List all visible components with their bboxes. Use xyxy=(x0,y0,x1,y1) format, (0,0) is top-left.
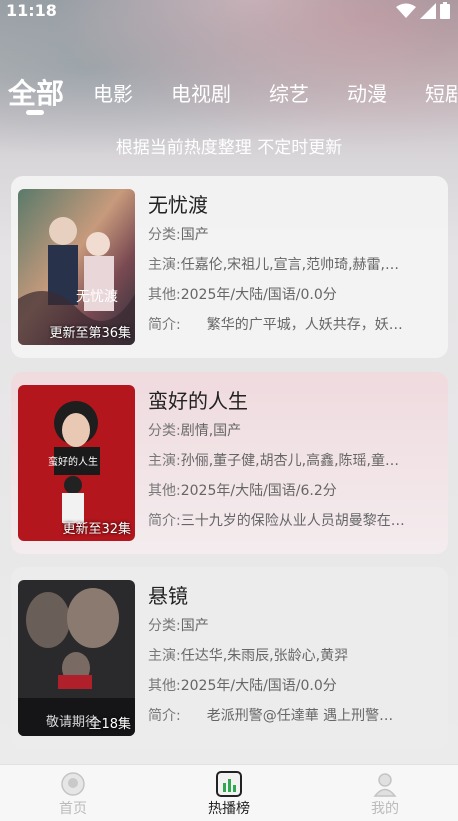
other-value: 2025年/大陆/国语/0.0分 xyxy=(180,287,337,303)
battery-icon xyxy=(440,2,450,19)
other-label: 其他: xyxy=(148,483,181,499)
genre-value: 国产 xyxy=(180,227,209,243)
other-label: 其他: xyxy=(148,678,181,694)
episode-badge: 更新至32集 xyxy=(62,522,131,537)
genre-label: 分类: xyxy=(148,227,181,243)
episode-badge: 更新至第36集 xyxy=(49,326,131,341)
chart-icon xyxy=(216,771,242,797)
status-icons xyxy=(396,2,450,19)
list-subtitle: 根据当前热度整理 不定时更新 xyxy=(115,138,343,158)
intro-value: 繁华的广平城，人妖共存，妖… xyxy=(206,317,403,333)
nav-hot-chart[interactable]: 热播榜 xyxy=(184,771,274,818)
bottom-nav: 首页 热播榜 我的 xyxy=(0,764,458,821)
nav-profile-label: 我的 xyxy=(371,801,399,817)
genre-value: 国产 xyxy=(180,618,209,634)
tab-all[interactable]: 全部 xyxy=(8,72,64,112)
genre-value: 剧情,国产 xyxy=(180,423,242,439)
cast-label: 主演: xyxy=(148,648,181,664)
tab-variety[interactable]: 综艺 xyxy=(269,78,309,107)
poster-image: 蛮好的人生 更新至32集 xyxy=(18,385,135,541)
other-value: 2025年/大陆/国语/6.2分 xyxy=(180,483,337,499)
tab-tv-series[interactable]: 电视剧 xyxy=(171,78,231,107)
intro-value: 老派刑警@任達華 遇上刑警… xyxy=(206,708,394,724)
cast-value: 任达华,朱雨辰,张龄心,黄羿 xyxy=(180,648,349,664)
poster-title-text: 无忧渡 xyxy=(76,289,118,305)
cast-label: 主演: xyxy=(148,453,181,469)
profile-icon xyxy=(373,773,397,797)
tab-short-drama[interactable]: 短剧 xyxy=(425,78,458,107)
cast-label: 主演: xyxy=(148,257,181,273)
show-card[interactable]: 无忧渡 更新至第36集 无忧渡 分类:国产 主演:任嘉伦,宋祖儿,宣言,范帅琦,… xyxy=(11,176,448,358)
poster-image: 敬请期待 全18集 xyxy=(18,580,135,736)
intro-value: 三十九岁的保险从业人员胡曼黎在… xyxy=(180,513,405,529)
wifi-icon xyxy=(396,3,416,18)
show-title[interactable]: 悬镜 xyxy=(148,581,444,611)
signal-icon xyxy=(420,2,436,19)
active-tab-indicator xyxy=(26,110,44,115)
home-icon xyxy=(61,772,85,796)
nav-home[interactable]: 首页 xyxy=(28,771,118,818)
intro-label: 简介: xyxy=(148,708,181,724)
nav-hot-chart-label: 热播榜 xyxy=(208,801,250,817)
episode-badge: 全18集 xyxy=(88,717,131,732)
tab-anime[interactable]: 动漫 xyxy=(347,78,387,107)
intro-label: 简介: xyxy=(148,317,181,333)
cast-value: 任嘉伦,宋祖儿,宣言,范帅琦,赫雷,… xyxy=(180,257,399,273)
show-title[interactable]: 蛮好的人生 xyxy=(148,386,444,416)
poster-image: 无忧渡 更新至第36集 xyxy=(18,189,135,345)
poster-title-text: 蛮好的人生 xyxy=(48,455,98,468)
genre-label: 分类: xyxy=(148,618,181,634)
nav-profile[interactable]: 我的 xyxy=(340,771,430,818)
other-label: 其他: xyxy=(148,287,181,303)
show-card[interactable]: 敬请期待 全18集 悬镜 分类:国产 主演:任达华,朱雨辰,张龄心,黄羿 其他:… xyxy=(11,567,448,749)
nav-home-label: 首页 xyxy=(59,801,87,817)
tab-movies[interactable]: 电影 xyxy=(93,78,133,107)
category-tabs: 全部 电影 电视剧 综艺 动漫 短剧 xyxy=(0,72,458,114)
cast-value: 孙俪,董子健,胡杏儿,高鑫,陈瑶,童… xyxy=(180,453,399,469)
other-value: 2025年/大陆/国语/0.0分 xyxy=(180,678,337,694)
show-card[interactable]: 蛮好的人生 更新至32集 蛮好的人生 分类:剧情,国产 主演:孙俪,董子健,胡杏… xyxy=(11,372,448,554)
show-title[interactable]: 无忧渡 xyxy=(148,190,444,220)
genre-label: 分类: xyxy=(148,423,181,439)
intro-label: 简介: xyxy=(148,513,181,529)
status-bar: 11:18 xyxy=(0,0,458,22)
status-time: 11:18 xyxy=(6,1,57,20)
